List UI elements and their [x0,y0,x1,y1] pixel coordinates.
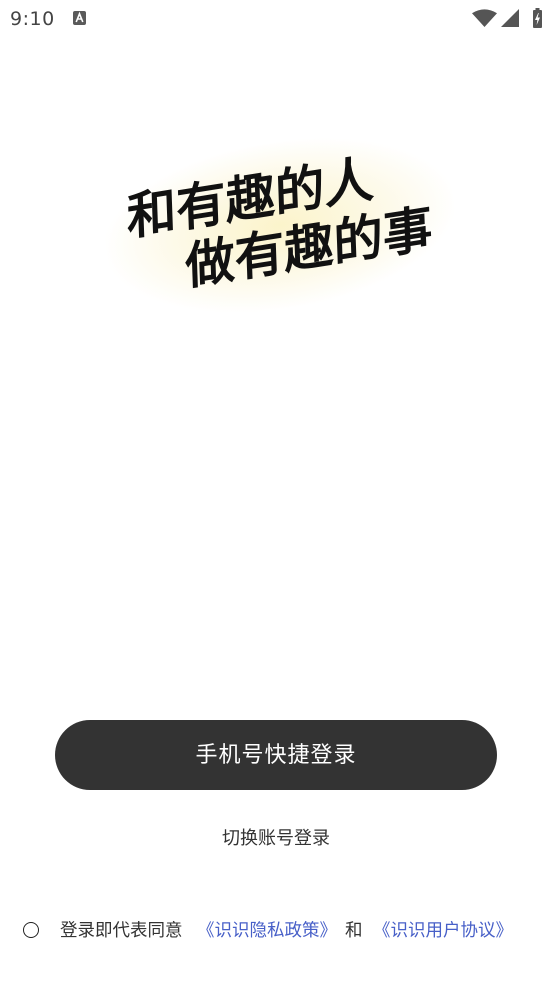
status-time: 9:10 [10,8,55,30]
agreement-prefix: 登录即代表同意 [60,920,183,940]
battery-charging-icon [532,8,543,28]
user-agreement-link[interactable]: 《识识用户协议》 [373,918,513,942]
switch-account-login-link[interactable]: 切换账号登录 [176,826,376,850]
agreement-conjunction: 和 [345,920,363,940]
privacy-policy-link[interactable]: 《识识隐私政策》 [197,918,337,942]
wifi-icon [472,9,497,27]
agreement-radio[interactable] [23,922,39,938]
agreement-row: 登录即代表同意 《识识隐私政策》 和 《识识用户协议》 [0,910,553,950]
phone-quick-login-button[interactable]: 手机号快捷登录 [55,720,497,790]
slogan-logo: 和有趣的人 做有趣的事 [94,116,466,335]
signal-icon [501,9,519,27]
status-bar: 9:10 [0,0,553,38]
app-notification-icon [73,11,86,25]
